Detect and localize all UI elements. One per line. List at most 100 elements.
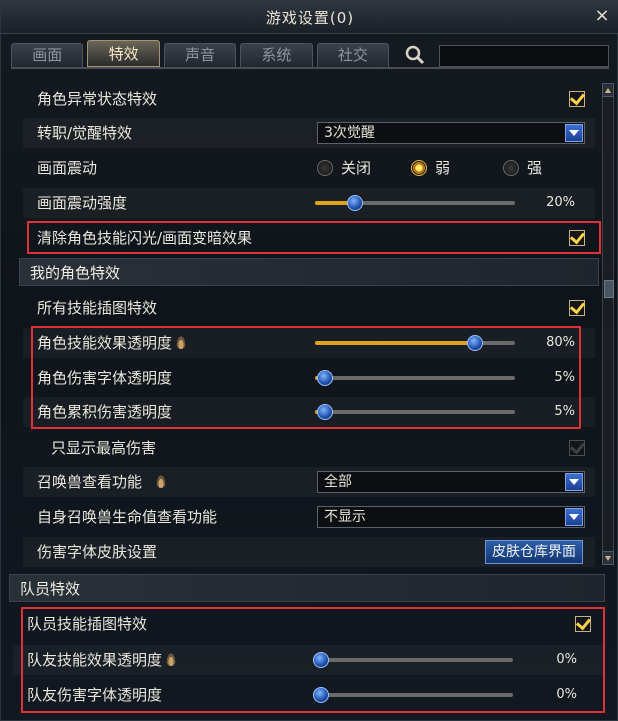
setting-label: 画面震动: [37, 159, 98, 177]
slider-value: 0%: [556, 687, 577, 702]
setting-label: 角色异常状态特效: [37, 90, 158, 108]
setting-label: 角色累积伤害透明度: [37, 403, 173, 421]
tab-effects[interactable]: 特效: [87, 40, 160, 67]
dropdown-value: 全部: [324, 474, 352, 490]
setting-label: 角色技能效果透明度: [37, 328, 187, 358]
search-input[interactable]: [439, 45, 610, 67]
section-header-my-character: 我的角色特效: [19, 258, 599, 286]
slider-knob[interactable]: [317, 404, 333, 420]
shake-weak-radio[interactable]: [411, 160, 427, 176]
chevron-down-icon[interactable]: [565, 124, 583, 142]
setting-label-text: 召唤兽查看功能: [37, 473, 143, 491]
setting-row-job-awaken: 转职/觉醒特效 3次觉醒: [23, 118, 595, 148]
search-icon[interactable]: [403, 43, 427, 67]
member-skill-art-checkbox[interactable]: [575, 616, 591, 632]
tab-divider: [11, 67, 609, 69]
slider-track: [313, 693, 513, 697]
title-bar: 游戏设置(0) ×: [1, 1, 618, 34]
slider-track: [315, 376, 515, 380]
radio-label: 强: [527, 159, 543, 177]
setting-row-skill-effect-opacity: 角色技能效果透明度 80%: [23, 328, 595, 358]
setting-label: 队友伤害字体透明度: [27, 686, 163, 704]
tab-system[interactable]: 系统: [240, 43, 313, 67]
slider-knob[interactable]: [317, 370, 333, 386]
slider-value: 5%: [554, 370, 575, 385]
slider-value: 5%: [554, 404, 575, 419]
shake-intensity-slider[interactable]: [315, 195, 515, 211]
section-header-team: 队员特效: [9, 574, 605, 602]
slider-knob[interactable]: [467, 335, 483, 351]
setting-label: 画面震动强度: [37, 194, 128, 212]
dropdown-value: 不显示: [324, 509, 366, 525]
setting-row-screen-shake: 画面震动 关闭 弱 强: [23, 153, 595, 183]
scroll-thumb[interactable]: [604, 280, 614, 298]
skin-warehouse-button[interactable]: 皮肤仓库界面: [485, 540, 583, 564]
slider-value: 80%: [546, 335, 575, 350]
close-icon[interactable]: ×: [593, 7, 611, 25]
tab-bar: 画面 特效 声音 系统 社交: [11, 40, 610, 67]
scroll-up-icon[interactable]: [602, 83, 614, 97]
scroll-down-icon[interactable]: [602, 551, 614, 565]
setting-row-damage-font-opacity: 角色伤害字体透明度 5%: [23, 363, 595, 393]
clear-flash-checkbox[interactable]: [569, 230, 585, 246]
setting-row-shake-intensity: 画面震动强度 20%: [23, 188, 595, 218]
settings-window: 游戏设置(0) × 画面 特效 声音 系统 社交 角色异常状态特效 转职/觉醒特…: [0, 0, 618, 721]
shake-off-radio[interactable]: [317, 160, 333, 176]
ally-damage-font-opacity-slider[interactable]: [313, 687, 513, 703]
show-max-damage-checkbox: [569, 440, 585, 456]
setting-label: 召唤兽查看功能: [37, 467, 167, 497]
setting-row-summon-view: 召唤兽查看功能 全部: [23, 467, 595, 497]
setting-label: 自身召唤兽生命值查看功能: [37, 508, 218, 526]
summon-view-dropdown[interactable]: 全部: [317, 471, 585, 493]
slider-knob[interactable]: [313, 652, 329, 668]
setting-row-damage-font-skin: 伤害字体皮肤设置 皮肤仓库界面: [23, 537, 595, 567]
setting-row-summon-hp-view: 自身召唤兽生命值查看功能 不显示: [23, 502, 595, 532]
flame-icon: [156, 474, 167, 488]
setting-row-ally-skill-opacity: 队友技能效果透明度 0%: [13, 645, 603, 675]
ally-skill-opacity-slider[interactable]: [313, 652, 513, 668]
setting-row-member-skill-art: 队员技能插图特效: [13, 609, 603, 639]
setting-row-clear-flash: 清除角色技能闪光/画面变暗效果: [23, 223, 595, 253]
radio-label: 弱: [435, 159, 451, 177]
abnormal-status-checkbox[interactable]: [569, 91, 585, 107]
chevron-down-icon[interactable]: [565, 473, 583, 491]
chevron-down-icon[interactable]: [565, 508, 583, 526]
setting-label: 所有技能插图特效: [37, 299, 158, 317]
slider-value: 20%: [546, 195, 575, 210]
flame-icon: [176, 335, 187, 349]
setting-label: 清除角色技能闪光/画面变暗效果: [37, 229, 253, 247]
summon-hp-view-dropdown[interactable]: 不显示: [317, 506, 585, 528]
job-awaken-dropdown[interactable]: 3次觉醒: [317, 122, 585, 144]
tab-graphics[interactable]: 画面: [11, 43, 84, 67]
slider-track: [315, 410, 515, 414]
radio-label: 关闭: [341, 159, 372, 177]
window-title: 游戏设置(0): [265, 8, 355, 27]
setting-row-ally-damage-font-opacity: 队友伤害字体透明度 0%: [13, 680, 603, 710]
setting-label: 队员技能插图特效: [27, 615, 148, 633]
damage-font-opacity-slider[interactable]: [315, 370, 515, 386]
setting-row-accum-damage-opacity: 角色累积伤害透明度 5%: [23, 397, 595, 427]
scrollbar[interactable]: [602, 83, 614, 565]
slider-knob[interactable]: [347, 195, 363, 211]
setting-row-all-skill-art: 所有技能插图特效: [23, 293, 595, 323]
slider-knob[interactable]: [313, 687, 329, 703]
shake-strong-radio[interactable]: [503, 160, 519, 176]
setting-label: 转职/觉醒特效: [37, 124, 133, 142]
skill-effect-opacity-slider[interactable]: [315, 335, 515, 351]
setting-label: 只显示最高伤害: [51, 439, 157, 457]
accum-damage-opacity-slider[interactable]: [315, 404, 515, 420]
slider-track: [313, 658, 513, 662]
slider-fill: [315, 341, 475, 345]
setting-row-abnormal-status: 角色异常状态特效: [23, 84, 595, 114]
tab-social[interactable]: 社交: [316, 43, 390, 67]
setting-label: 角色伤害字体透明度: [37, 369, 173, 387]
flame-icon: [166, 652, 177, 666]
setting-label-text: 角色技能效果透明度: [37, 334, 173, 352]
setting-label-text: 队友技能效果透明度: [27, 651, 163, 669]
setting-label: 队友技能效果透明度: [27, 645, 177, 675]
slider-value: 0%: [556, 652, 577, 667]
tab-sound[interactable]: 声音: [163, 43, 237, 67]
dropdown-value: 3次觉醒: [324, 125, 375, 141]
all-skill-art-checkbox[interactable]: [569, 300, 585, 316]
setting-label: 伤害字体皮肤设置: [37, 543, 158, 561]
